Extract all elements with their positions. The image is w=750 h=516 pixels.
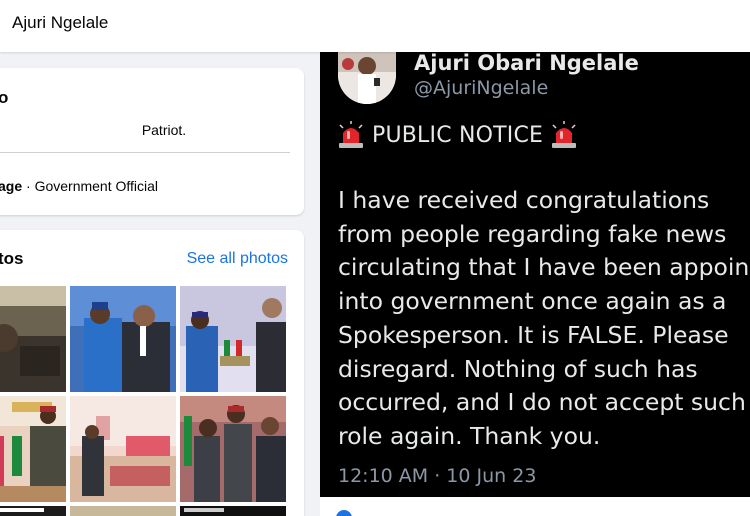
tweet-body: I have received congratulations from peo… (338, 184, 750, 454)
intro-category: age · Government Official (0, 178, 158, 194)
intro-title: o (0, 88, 9, 107)
photo-thumbnail[interactable] (180, 396, 286, 502)
photo-thumbnail[interactable] (180, 506, 286, 516)
photo-thumbnail[interactable] (0, 286, 66, 392)
siren-icon (551, 121, 577, 149)
tweet-timestamp: 12:10 AM · 10 Jun 23 (338, 465, 537, 487)
page-header: Ajuri Ngelale (0, 0, 750, 52)
avatar (338, 52, 396, 104)
photos-card: tos See all photos (0, 230, 304, 516)
page-name[interactable]: Ajuri Ngelale (12, 13, 108, 33)
tweet-display-name: Ajuri Obari Ngelale (414, 51, 639, 75)
tweet-notice-row: PUBLIC NOTICE (338, 120, 577, 150)
tweet-handle: @AjuriNgelale (414, 77, 549, 99)
photos-title: tos (0, 249, 24, 268)
post-reactions-bar (320, 497, 750, 516)
tweet-body-line: occurred, and I do not accept such (338, 388, 746, 417)
tweet-body-line: Spokesperson. It is FALSE. Please (338, 320, 729, 349)
photo-thumbnail[interactable] (180, 286, 286, 392)
category-label: age (0, 178, 23, 194)
intro-divider (0, 152, 290, 153)
photo-thumbnail[interactable] (0, 396, 66, 502)
tweet-notice-text: PUBLIC NOTICE (372, 122, 544, 148)
tweet-screenshot[interactable]: Ajuri Obari Ngelale @AjuriNgelale PUBLIC… (320, 51, 750, 497)
photo-thumbnail[interactable] (70, 286, 176, 392)
like-reaction-icon[interactable] (336, 510, 352, 516)
tweet-body-line: role again. Thank you. (338, 421, 601, 450)
tweet-body-line: circulating that I have been appoint (338, 253, 750, 282)
siren-icon (338, 121, 364, 149)
photo-thumbnail[interactable] (70, 396, 176, 502)
see-all-photos-link[interactable]: See all photos (187, 250, 288, 268)
category-separator: · (22, 178, 35, 194)
tweet-body-line: I have received congratulations (338, 186, 710, 214)
intro-bio: Patriot. (141, 122, 187, 138)
intro-card: o Patriot. age · Government Official (0, 68, 304, 215)
tweet-body-line: from people regarding fake news (338, 219, 727, 248)
tweet-body-line: disregard. Nothing of such has (338, 354, 698, 383)
photo-thumbnail[interactable] (70, 506, 176, 516)
category-value: Government Official (34, 178, 159, 194)
tweet-body-line: into government once again as a (338, 287, 727, 316)
photo-thumbnail[interactable] (0, 506, 66, 516)
